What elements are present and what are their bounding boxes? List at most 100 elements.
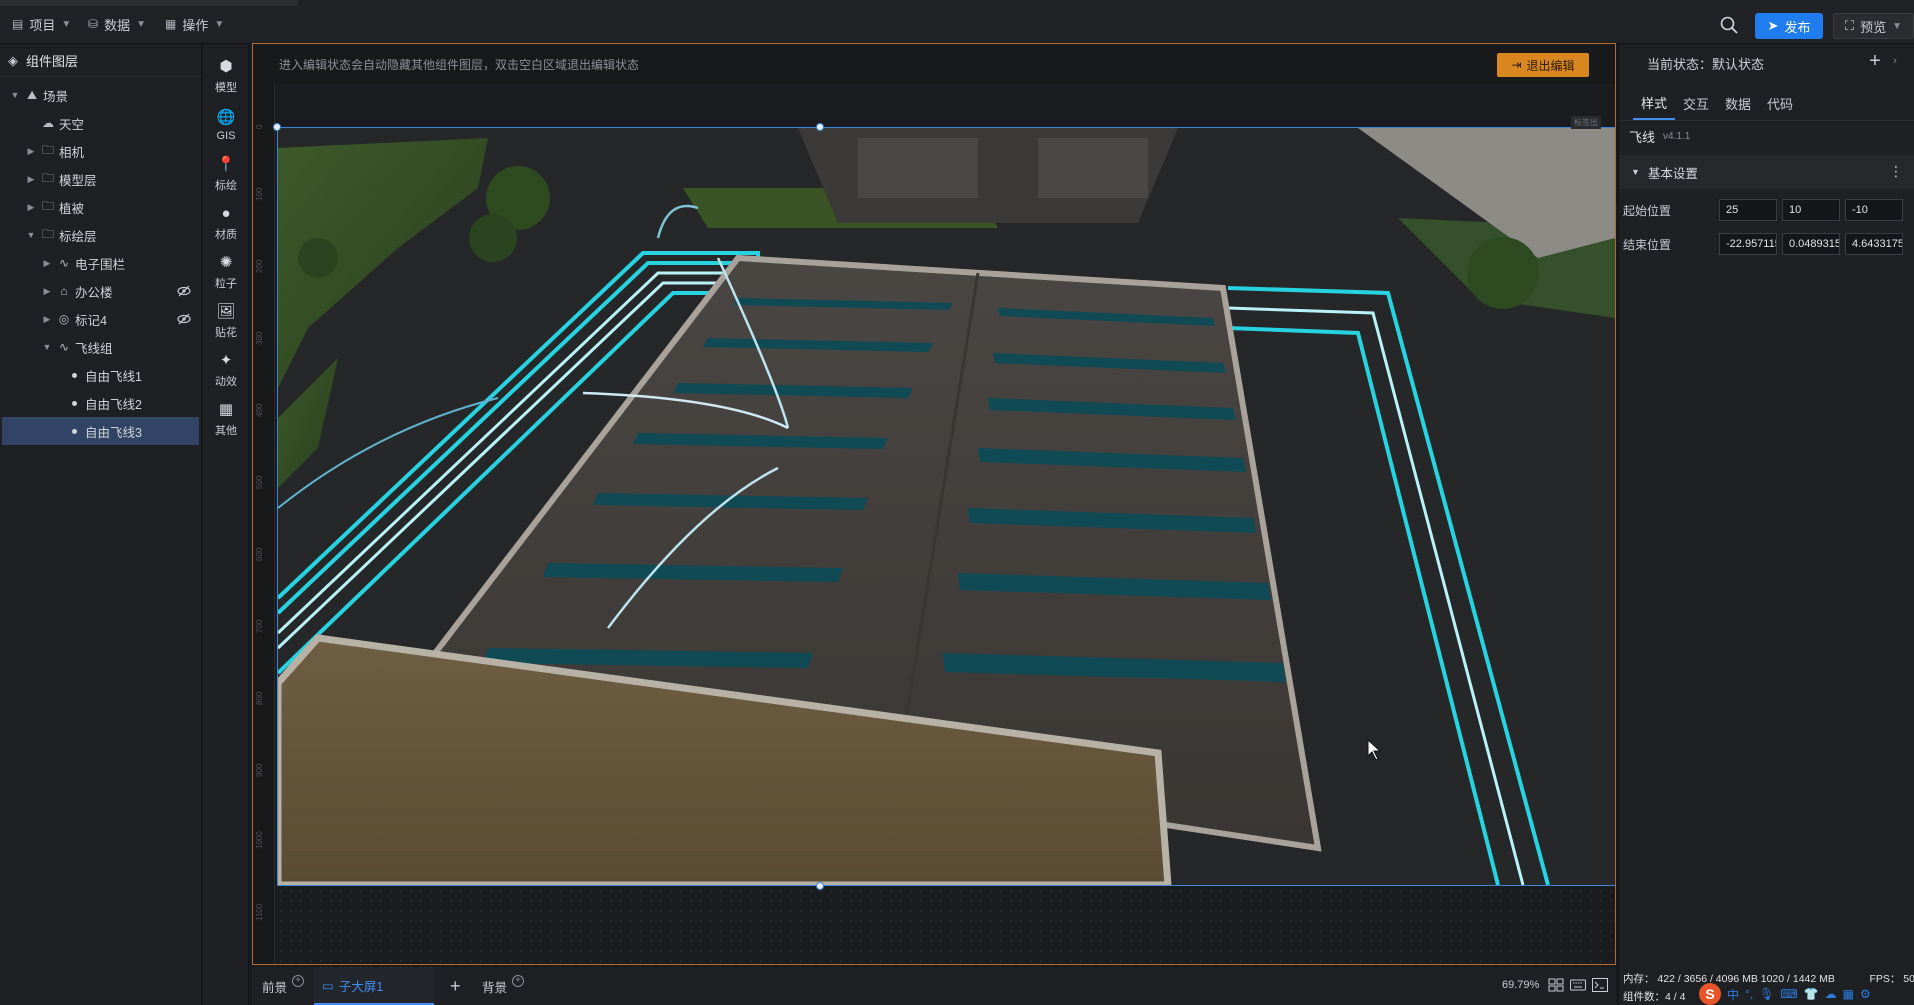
terminal-icon[interactable] <box>1592 978 1608 992</box>
preview-button[interactable]: ⛶ 预览 ▼ <box>1833 13 1914 39</box>
file-icon: ▤ <box>12 17 24 31</box>
caret-down-icon[interactable]: ▼ <box>42 342 52 352</box>
layer-tree: ▼ ⛰ 场景 ☁ 天空 ▶ 🗀 相机 ▶ 🗀 模型层 ▶ 🗀 植被 ▼ 🗀 标绘层 ▶ ∿ 电子围栏 ▶ ⌂ 办公楼 ▶ ◎ 标记… <box>0 77 201 445</box>
resize-handle-top-left[interactable] <box>273 123 281 131</box>
ime-shirt-icon[interactable]: 👕 <box>1804 987 1819 1001</box>
ruler-mark: 1000 <box>255 831 264 849</box>
section-basic-settings[interactable]: ▼ 基本设置 ⋮ <box>1619 155 1914 189</box>
caret-right-icon[interactable]: ▶ <box>26 146 36 157</box>
3d-scene-viewport[interactable] <box>278 128 1615 885</box>
property-rows: 起始位置结束位置 <box>1619 193 1914 261</box>
layer-item[interactable]: ▶ ∿ 电子围栏 <box>0 249 201 277</box>
layer-item[interactable]: ☁ 天空 <box>0 109 201 137</box>
y-coordinate-input[interactable] <box>1782 199 1840 221</box>
ime-punctuation-icon[interactable]: °, <box>1745 987 1753 1001</box>
caret-right-icon[interactable]: ▶ <box>42 314 52 325</box>
layer-item[interactable]: 自由飞线3 <box>2 417 199 445</box>
canvas-blank-area[interactable] <box>276 886 1615 964</box>
layer-item[interactable]: ▶ 🗀 植被 <box>0 193 201 221</box>
layer-item-label: 标绘层 <box>59 229 97 244</box>
keyboard-icon[interactable] <box>1570 978 1586 992</box>
component-image[interactable]: 🖼 贴花 <box>203 296 249 346</box>
ime-settings-icon[interactable]: ⚙ <box>1860 987 1871 1001</box>
tab-3[interactable]: 代码 <box>1759 86 1801 120</box>
menu-project[interactable]: ▤ 项目 ▼ <box>12 12 71 36</box>
layer-item-label: 自由飞线3 <box>85 425 142 440</box>
component-globe[interactable]: 🌐 GIS <box>203 100 249 150</box>
ime-keyboard-icon[interactable]: ⌨ <box>1780 987 1797 1001</box>
component-sphere[interactable]: ● 材质 <box>203 198 249 248</box>
publish-button[interactable]: ➤ 发布 <box>1755 13 1823 39</box>
caret-down-icon[interactable]: ▼ <box>26 230 36 240</box>
layer-item[interactable]: 自由飞线2 <box>0 389 201 417</box>
caret-right-icon[interactable]: ▶ <box>26 174 36 185</box>
tree <box>469 214 517 262</box>
y-coordinate-input[interactable] <box>1782 233 1840 255</box>
tab-background[interactable]: 背景 + <box>482 967 525 1005</box>
eye-off-icon[interactable] <box>177 285 191 297</box>
component-title: 飞线 v4.1.1 <box>1619 121 1914 151</box>
fit-screen-icon[interactable] <box>1548 978 1564 992</box>
microphone-icon[interactable]: 🎙 <box>1759 987 1774 1001</box>
z-coordinate-input[interactable] <box>1845 233 1903 255</box>
layer-item-label: 办公楼 <box>75 285 113 300</box>
add-screen-button[interactable]: + <box>450 967 461 1005</box>
component-apps[interactable]: ▦ 其他 <box>203 394 249 444</box>
tab-sub-screen[interactable]: ▭ 子大屏1 <box>314 967 434 1005</box>
ime-cloud-icon[interactable]: ☁ <box>1825 987 1837 1001</box>
layer-item-label: 相机 <box>59 145 85 160</box>
x-coordinate-input[interactable] <box>1719 233 1777 255</box>
chevron-right-icon[interactable]: › <box>1893 55 1897 67</box>
layer-item[interactable]: ▶ ◎ 标记4 <box>0 305 201 333</box>
building-block <box>1038 138 1148 198</box>
layer-item[interactable]: ▶ ⌂ 办公楼 <box>0 277 201 305</box>
chevron-down-icon: ▼ <box>214 18 225 30</box>
caret-right-icon[interactable]: ▶ <box>26 202 36 213</box>
resize-handle-top[interactable] <box>816 123 824 131</box>
marker-icon: ◎ <box>58 312 70 326</box>
caret-right-icon[interactable]: ▶ <box>42 286 52 297</box>
component-label: 模型 <box>215 82 237 94</box>
ime-apps-icon[interactable]: ▦ <box>1843 987 1854 1001</box>
x-coordinate-input[interactable] <box>1719 199 1777 221</box>
image-icon: 🖼 <box>216 303 236 320</box>
add-circle-icon[interactable]: + <box>512 975 525 987</box>
tab-1[interactable]: 交互 <box>1675 86 1717 120</box>
component-label: 标绘 <box>215 180 237 192</box>
menu-data[interactable]: ⛁ 数据 ▼ <box>88 12 146 36</box>
component-particle[interactable]: ✺ 粒子 <box>203 247 249 297</box>
tab-2[interactable]: 数据 <box>1717 86 1759 120</box>
eye-off-icon[interactable] <box>177 313 191 325</box>
component-model[interactable]: ⬢ 模型 <box>203 51 249 101</box>
search-icon[interactable] <box>1718 14 1740 36</box>
exit-edit-button[interactable]: ⇥ 退出编辑 <box>1497 53 1589 77</box>
layer-item[interactable]: ▼ 🗀 标绘层 <box>0 221 201 249</box>
layer-item[interactable]: ▶ 🗀 相机 <box>0 137 201 165</box>
sky-icon: ☁ <box>42 116 54 130</box>
layer-item[interactable]: ▼ ∿ 飞线组 <box>0 333 201 361</box>
z-coordinate-input[interactable] <box>1845 199 1903 221</box>
current-state-label[interactable]: 当前状态：默认状态 <box>1647 54 1764 73</box>
sogou-logo-icon[interactable]: S <box>1699 983 1721 1005</box>
component-star[interactable]: ✦ 动效 <box>203 345 249 395</box>
caret-right-icon[interactable]: ▶ <box>42 258 52 269</box>
menu-operation[interactable]: ▦ 操作 ▼ <box>165 12 224 36</box>
add-circle-icon[interactable]: + <box>292 975 305 987</box>
layer-item[interactable]: 自由飞线1 <box>0 361 201 389</box>
property-label: 结束位置 <box>1623 237 1672 252</box>
ruler-mark: 300 <box>255 331 264 345</box>
tab-foreground[interactable]: 前景 + <box>262 967 305 1005</box>
tab-0[interactable]: 样式 <box>1633 86 1676 120</box>
edit-hint-bar: 进入编辑状态会自动隐藏其他组件图层，双击空白区域退出编辑状态 <box>253 44 1615 84</box>
fence-icon: ∿ <box>58 256 70 270</box>
layer-item[interactable]: ▶ 🗀 模型层 <box>0 165 201 193</box>
component-pin[interactable]: 📍 标绘 <box>203 149 249 199</box>
more-vertical-icon[interactable]: ⋮ <box>1889 163 1903 180</box>
editor-canvas[interactable]: 进入编辑状态会自动隐藏其他组件图层，双击空白区域退出编辑状态 ⇥ 退出编辑 0 1… <box>252 43 1616 965</box>
component-name: 飞线 <box>1629 129 1656 145</box>
ime-chinese-icon[interactable]: 中 <box>1727 986 1739 1003</box>
caret-down-icon[interactable]: ▼ <box>10 90 20 100</box>
layer-item[interactable]: ▼ ⛰ 场景 <box>0 81 201 109</box>
add-state-button[interactable]: + <box>1865 51 1885 72</box>
zoom-level[interactable]: 69.79% <box>1502 979 1539 991</box>
